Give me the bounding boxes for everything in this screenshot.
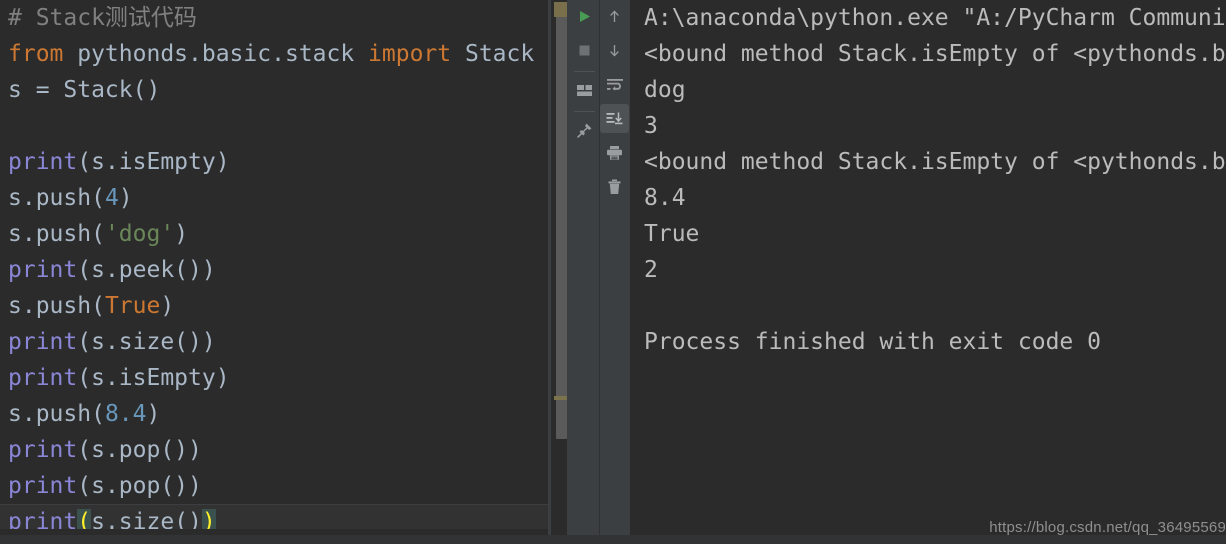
code-token: 'dog' [104,221,175,247]
code-line[interactable]: print(s.pop()) [8,468,202,504]
code-token: 8.4 [104,401,147,427]
console-line: 3 [644,113,658,139]
code-token: print [8,437,78,463]
code-line[interactable]: print(s.peek()) [8,252,216,288]
error-stripe-marker-top[interactable] [554,2,567,17]
code-token: print [8,257,78,283]
code-token: print [8,365,78,391]
code-token: s.push( [8,221,105,247]
code-line[interactable]: s.push(True) [8,288,174,324]
code-token: (s.pop()) [77,473,202,499]
arrow-down-icon [607,43,622,58]
code-line[interactable]: print(s.size()) [8,324,216,360]
code-editor-pane[interactable]: # Stack测试代码 from pythonds.basic.stack imp… [0,0,548,544]
stop-button[interactable] [570,36,599,65]
soft-wrap-icon [606,77,624,92]
code-line[interactable]: s.push('dog') [8,216,188,252]
run-toolbar [570,0,630,544]
console-line: True [644,221,700,247]
code-token: (s.isEmpty) [77,149,230,175]
pin-icon [576,122,593,139]
code-token: s.push( [8,401,105,427]
arrow-up-icon [607,9,622,24]
print-button[interactable] [600,138,629,167]
scroll-to-end-icon [606,111,623,126]
code-line[interactable]: s = Stack() [8,72,160,108]
toolbar-separator-2 [574,111,595,112]
rerun-button[interactable] [570,2,599,31]
console-line: 8.4 [644,185,686,211]
code-token: True [104,293,161,319]
error-stripe-marker-middle[interactable] [554,396,568,400]
code-token: import [368,41,452,67]
code-token: # Stack测试代码 [8,5,197,31]
scroll-to-end-button[interactable] [600,104,629,133]
console-line: dog [644,77,686,103]
code-line[interactable]: from pythonds.basic.stack import Stack [8,36,534,72]
layout-icon [576,83,593,98]
code-token: 4 [104,185,119,211]
stop-icon [577,43,592,58]
horizontal-scrollbar-bar[interactable] [0,535,1226,544]
code-line[interactable]: s.push(4) [8,180,133,216]
soft-wrap-button[interactable] [600,70,629,99]
console-line: 2 [644,257,658,283]
down-the-stack-trace-button[interactable] [600,36,629,65]
console-output-pane[interactable]: A:\anaconda\python.exe "A:/PyCharm Commu… [630,0,1226,544]
code-token: print [8,473,78,499]
up-the-stack-trace-button[interactable] [600,2,629,31]
editor-vertical-scrollbar[interactable] [548,0,570,544]
scrollbar-thumb[interactable] [556,14,567,439]
pycharm-run-window: # Stack测试代码 from pythonds.basic.stack imp… [0,0,1226,544]
code-line[interactable]: print(s.isEmpty) [8,144,230,180]
code-token: ) [160,293,175,319]
pin-tab-button[interactable] [570,116,599,145]
code-token: (s.size()) [77,329,216,355]
code-token: s = Stack() [8,77,161,103]
code-token: s.push( [8,293,105,319]
code-line[interactable]: s.push(8.4) [8,396,160,432]
code-token: (s.isEmpty) [77,365,230,391]
code-token: ) [146,401,161,427]
code-line[interactable]: # Stack测试代码 [8,0,197,36]
play-icon [577,9,592,24]
console-line: <bound method Stack.isEmpty of <pythonds… [644,41,1226,67]
printer-icon [606,145,623,161]
console-line: A:\anaconda\python.exe "A:/PyCharm Commu… [644,5,1226,31]
toolbar-right-column [600,0,629,544]
code-token: ) [118,185,133,211]
console-line: Process finished with exit code 0 [644,329,1101,355]
csdn-watermark: https://blog.csdn.net/qq_36495569 [989,519,1226,536]
code-line[interactable] [8,108,22,144]
toolbar-separator-1 [574,71,595,72]
trash-icon [607,179,622,195]
console-line: <bound method Stack.isEmpty of <pythonds… [644,149,1226,175]
clear-all-button[interactable] [600,172,629,201]
code-token: print [8,329,78,355]
toolbar-left-column [570,0,599,544]
code-token: from [8,41,64,67]
scrollbar-left-edge [548,0,551,544]
code-token: s.push( [8,185,105,211]
code-line[interactable]: print(s.isEmpty) [8,360,230,396]
code-token: print [8,149,78,175]
code-token: Stack [451,41,535,67]
code-token: (s.pop()) [77,437,202,463]
code-token: ) [174,221,189,247]
code-line[interactable]: print(s.pop()) [8,432,202,468]
restore-layout-button[interactable] [570,76,599,105]
code-token: pythonds.basic.stack [63,41,369,67]
code-token: (s.peek()) [77,257,216,283]
